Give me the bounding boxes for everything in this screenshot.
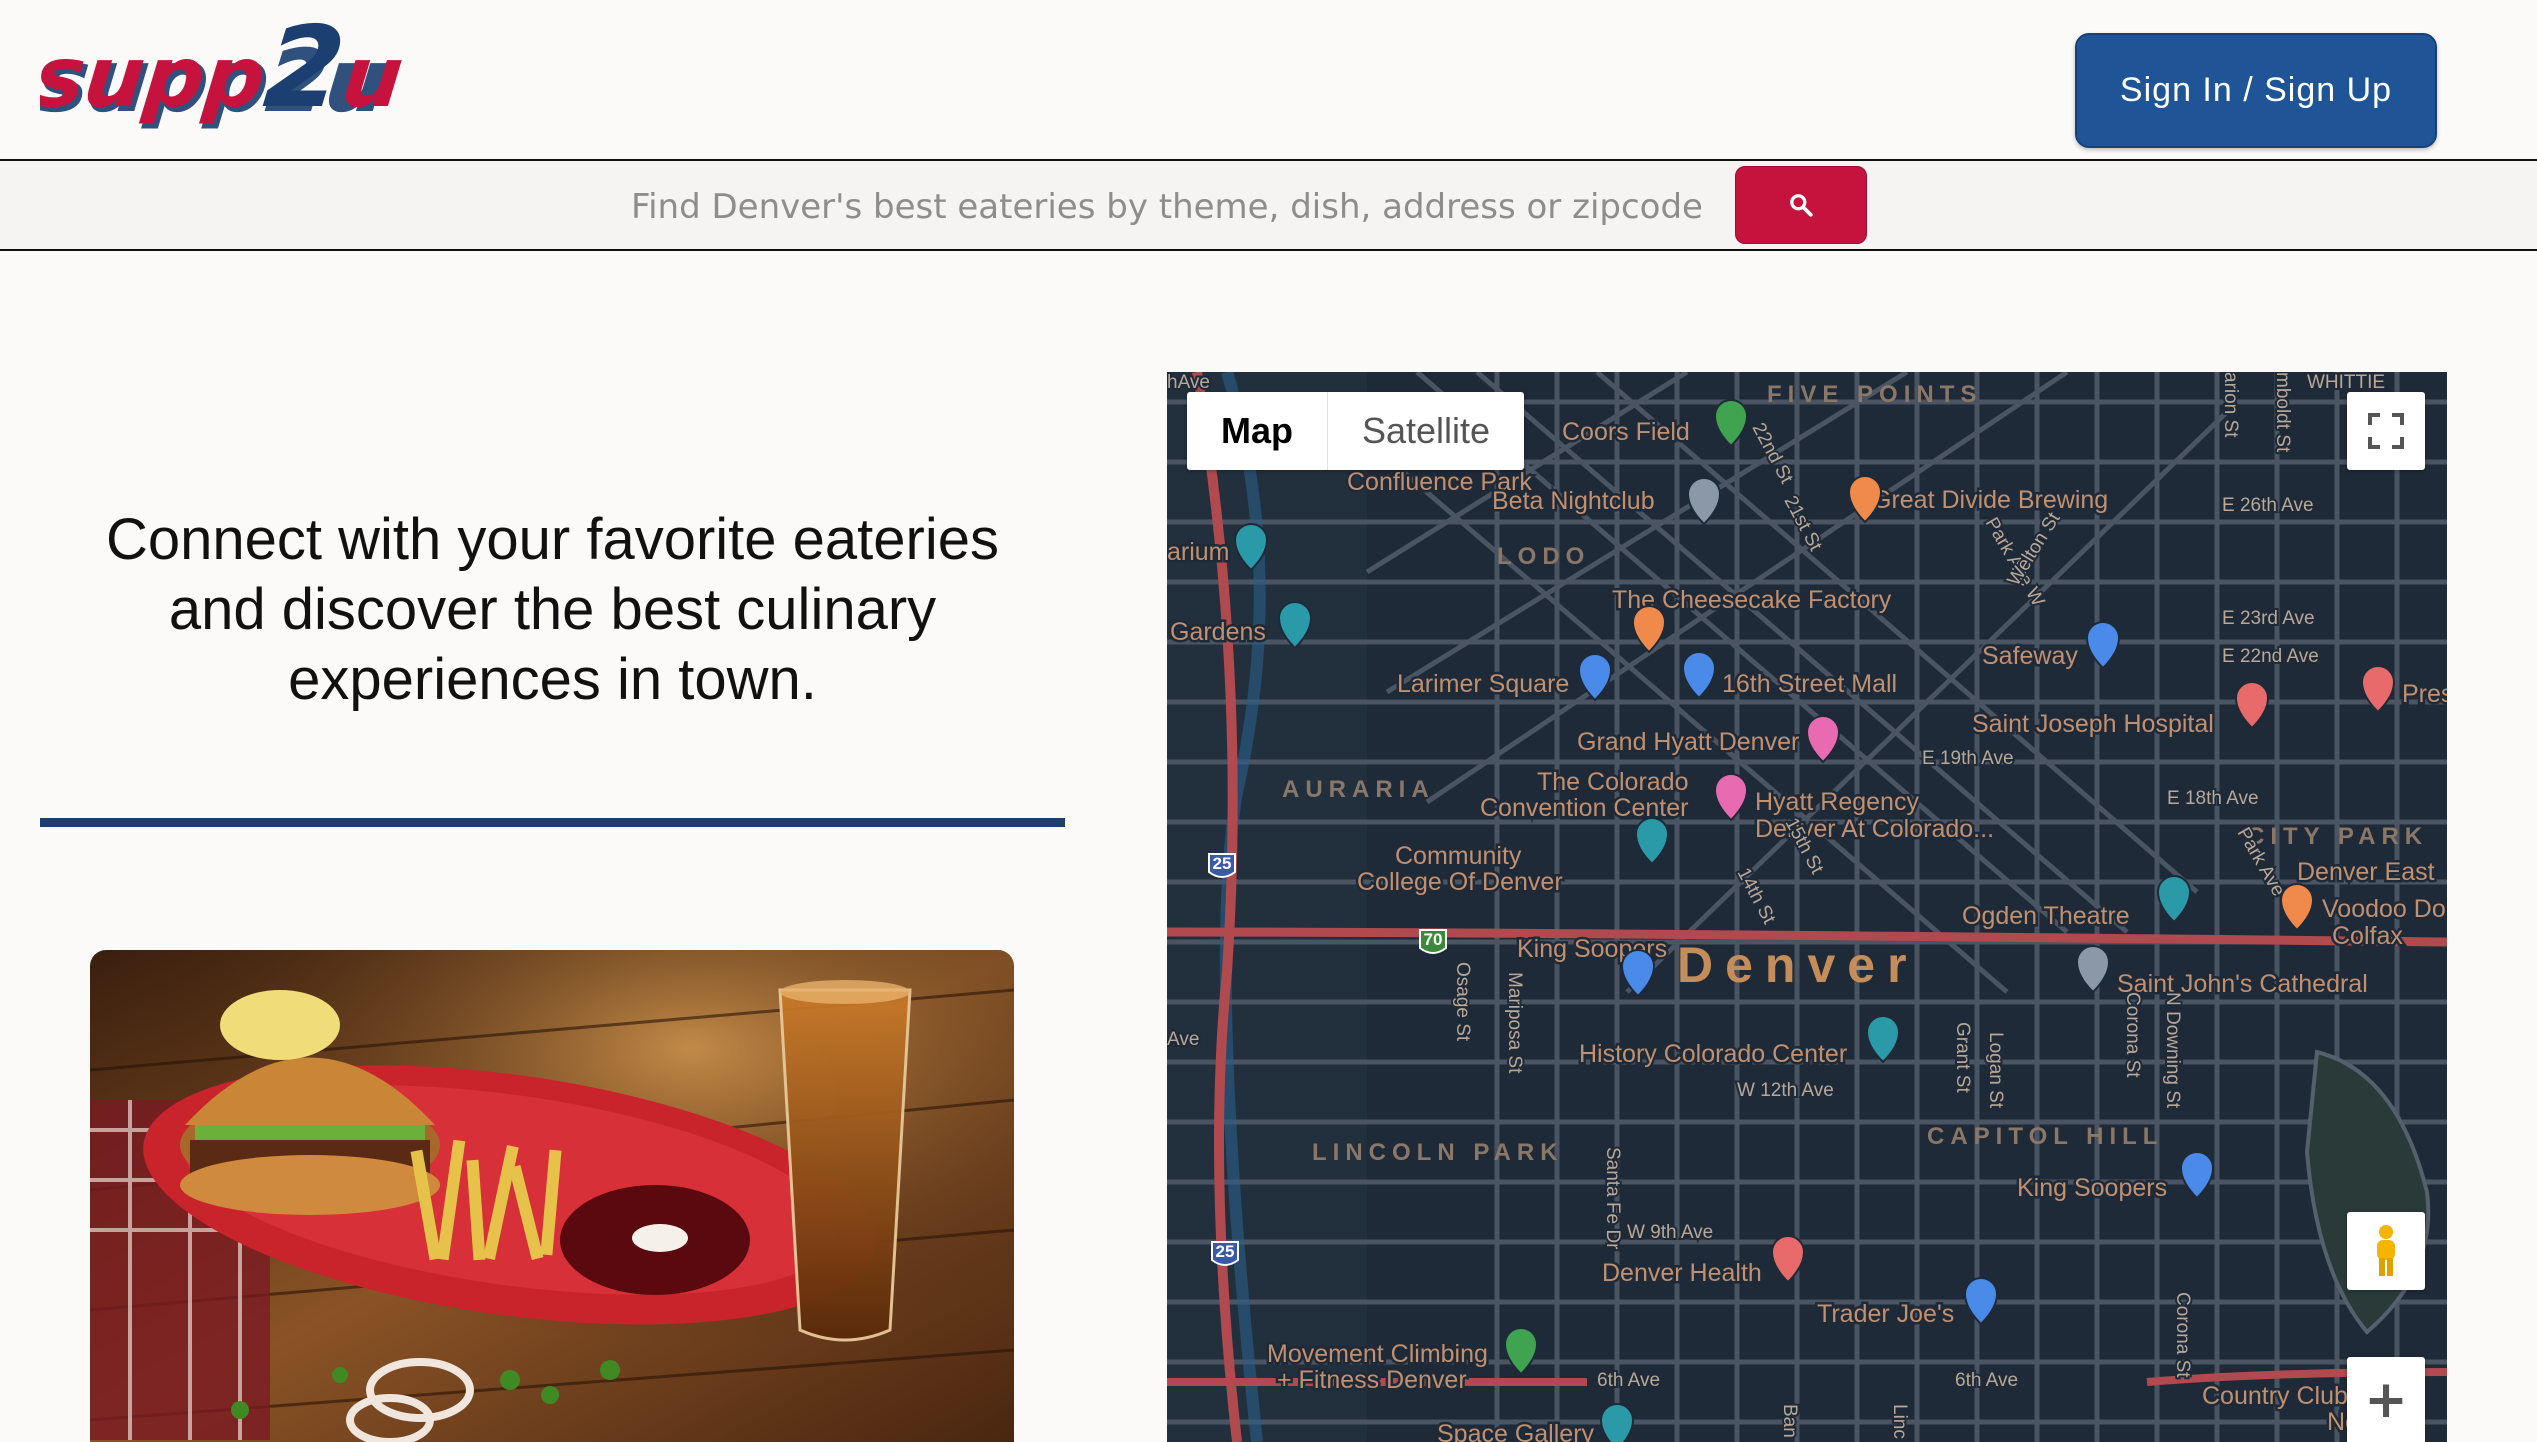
search-input[interactable]: [600, 175, 1734, 239]
map-place: College Of Denver: [1357, 868, 1563, 896]
featured-food-image: [90, 950, 1014, 1442]
map-place: Safeway: [1982, 642, 2078, 670]
map-place: Coors Field: [1562, 418, 1690, 446]
street-label: W 9th Ave: [1627, 1222, 1713, 1243]
street-label: mboldt St: [2272, 372, 2293, 453]
hero-tagline: Connect with your favorite eateries and …: [60, 505, 1045, 715]
street-label: 6th Ave: [1955, 1370, 2018, 1391]
search-bar: [0, 159, 2537, 251]
map-canvas[interactable]: FIVE POINTS LODO AURARIA CITY PARK CAPIT…: [1167, 372, 2447, 1442]
map-place: Colfax: [2332, 922, 2403, 950]
street-label: WHITTIE: [2307, 372, 2385, 393]
street-label: E 22nd Ave: [2222, 646, 2319, 667]
map-place: Beta Nightclub: [1492, 487, 1655, 515]
map-type-control: Map Satellite: [1187, 392, 1525, 470]
street-label: hAve: [1167, 372, 1210, 393]
svg-text:25: 25: [1216, 1242, 1235, 1261]
district-label: AURARIA: [1282, 776, 1435, 803]
zoom-in-button[interactable]: +: [2347, 1357, 2425, 1442]
map-place: Country Club: [2202, 1382, 2348, 1410]
map-place: Denver Health: [1602, 1259, 1762, 1287]
district-label: CAPITOL HILL: [1927, 1123, 2163, 1150]
street-label: 6th Ave: [1597, 1370, 1660, 1391]
map-type-map-button[interactable]: Map: [1187, 392, 1328, 470]
map-place: Larimer Square: [1397, 670, 1569, 698]
map-place: Voodoo Do: [2322, 895, 2446, 923]
hero-line: experiences in town.: [288, 647, 817, 712]
map-place: Saint Joseph Hospital: [1972, 710, 2214, 738]
street-label: Corona St: [2122, 992, 2143, 1078]
map-place: History Colorado Center: [1579, 1040, 1847, 1068]
street-label: Santa Fe Dr: [1602, 1147, 1623, 1250]
district-label: LODO: [1497, 543, 1590, 570]
map-place: Ogden Theatre: [1962, 902, 2130, 930]
street-label: Corona St: [2172, 1292, 2193, 1378]
map-place: + Fitness Denver: [1277, 1366, 1467, 1394]
street-label: Logan St: [1985, 1032, 2006, 1109]
map-place: Pres Luke: [2402, 680, 2447, 708]
map-place: Denver East: [2297, 858, 2435, 886]
street-label: E 26th Ave: [2222, 495, 2314, 516]
interstate-shield: 70: [1419, 929, 1447, 954]
street-label: Grant St: [1952, 1022, 1973, 1093]
street-label: Osage St: [1452, 962, 1473, 1042]
site-header: supp2u supp2u Sign In / Sign Up: [0, 0, 2537, 160]
district-label: FIVE POINTS: [1767, 381, 1982, 408]
map-place: Grand Hyatt Denver: [1577, 728, 1799, 756]
street-label: Ave: [1167, 1029, 1199, 1050]
svg-text:25: 25: [1213, 854, 1232, 873]
street-label: arion St: [2220, 372, 2241, 438]
supp2u-logo[interactable]: supp2u supp2u: [40, 8, 410, 143]
fullscreen-icon: [2368, 413, 2404, 449]
map-place: 16th Street Mall: [1722, 670, 1897, 698]
pegman-icon: [2377, 1225, 2395, 1276]
map-place: The Colorado: [1537, 768, 1688, 796]
sign-in-button[interactable]: Sign In / Sign Up: [2075, 33, 2437, 148]
district-label: LINCOLN PARK: [1312, 1139, 1564, 1166]
district-label: CITY PARK: [2247, 823, 2428, 850]
map-place: Gardens: [1170, 618, 1266, 646]
map-type-satellite-button[interactable]: Satellite: [1328, 392, 1524, 470]
search-button[interactable]: [1735, 166, 1867, 244]
street-label: E 23rd Ave: [2222, 608, 2315, 629]
map-place: Saint John's Cathedral: [2117, 970, 2368, 998]
svg-text:70: 70: [1424, 930, 1443, 949]
street-label: Linc: [1889, 1404, 1910, 1439]
svg-text:supp2u: supp2u: [40, 8, 410, 133]
map-place: Hyatt Regency: [1755, 788, 1919, 816]
hero-line: Connect with your favorite eateries: [106, 507, 999, 572]
map-view[interactable]: FIVE POINTS LODO AURARIA CITY PARK CAPIT…: [1167, 372, 2447, 1442]
map-place: King Soopers: [2017, 1174, 2167, 1202]
map-place: Community: [1395, 842, 1522, 870]
map-place: Trader Joe's: [1817, 1300, 1954, 1328]
map-place: Space Gallery: [1437, 1420, 1595, 1442]
map-place: Movement Climbing: [1267, 1340, 1488, 1368]
street-view-button[interactable]: [2347, 1212, 2425, 1290]
map-place: arium: [1167, 538, 1230, 566]
street-label: N Downing St: [2162, 992, 2183, 1109]
street-label: Ban: [1779, 1404, 1800, 1438]
street-label: E 18th Ave: [2167, 788, 2259, 809]
gallery-pin-icon[interactable]: [1599, 1403, 1635, 1442]
street-label: W 12th Ave: [1737, 1080, 1834, 1101]
search-icon: [1790, 194, 1813, 217]
street-label: Mariposa St: [1504, 972, 1525, 1074]
map-place: Great Divide Brewing: [1872, 486, 2108, 514]
zoom-in-icon: +: [2364, 1369, 2408, 1430]
interstate-shield: 25: [1208, 853, 1236, 878]
section-divider: [40, 818, 1065, 827]
city-label: Denver: [1677, 937, 1919, 993]
fullscreen-button[interactable]: [2347, 392, 2425, 470]
hero-line: and discover the best culinary: [168, 577, 937, 642]
street-label: E 19th Ave: [1922, 748, 2014, 769]
interstate-shield: 25: [1211, 1241, 1239, 1266]
